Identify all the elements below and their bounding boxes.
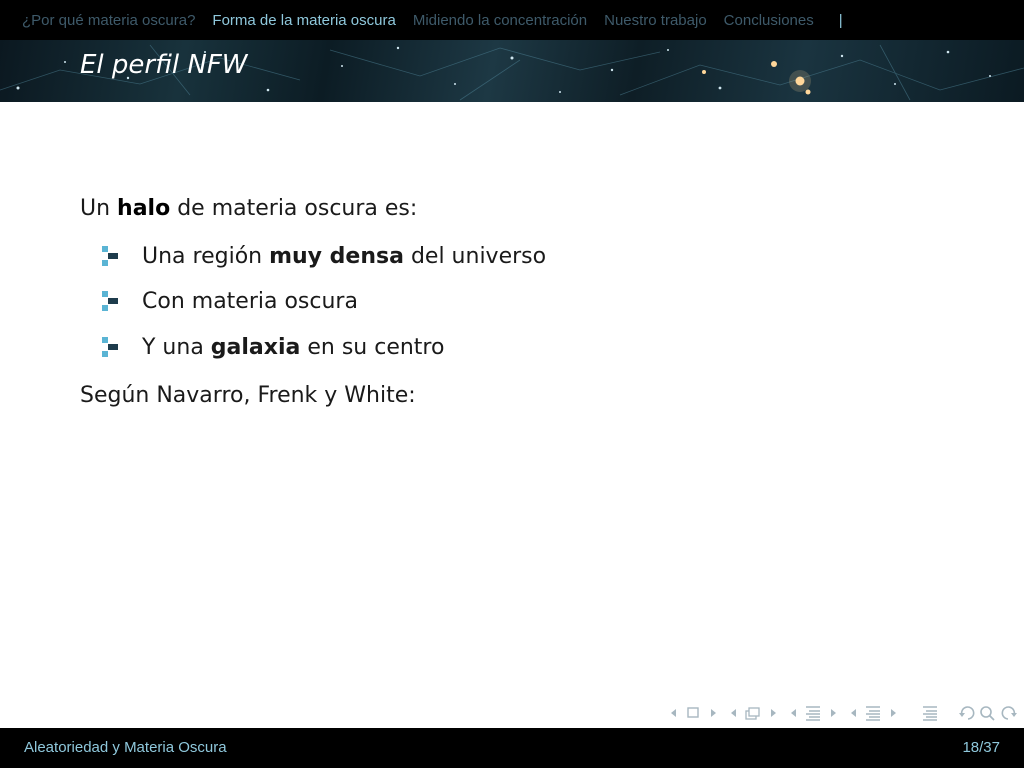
section-navigation-bar: ¿Por qué materia oscura? Forma de la mat… bbox=[0, 0, 1024, 40]
square-bullet-icon bbox=[102, 246, 118, 266]
nav-separator: | bbox=[838, 11, 843, 29]
search-navigation-icons bbox=[959, 706, 1017, 721]
presentation-title: Aleatoriedad y Materia Oscura bbox=[24, 739, 227, 756]
bullet-item-3: Y una galaxia en su centro bbox=[142, 335, 445, 360]
bullet-item-2: Con materia oscura bbox=[142, 289, 358, 314]
search-icon[interactable] bbox=[980, 706, 995, 721]
slide-nav-icon[interactable] bbox=[668, 702, 724, 722]
intro-line: Un halo de materia oscura es: bbox=[80, 196, 418, 221]
back-icon[interactable] bbox=[959, 706, 975, 720]
closing-line: Según Navarro, Frenk y White: bbox=[80, 383, 416, 408]
outline-icon[interactable] bbox=[920, 702, 940, 722]
nav-section-5[interactable]: Conclusiones bbox=[724, 12, 814, 29]
footer-bar: Aleatoriedad y Materia Oscura 18/37 bbox=[0, 728, 1024, 768]
subsection-nav-icon[interactable] bbox=[788, 702, 844, 722]
nav-section-1[interactable]: ¿Por qué materia oscura? bbox=[22, 12, 195, 29]
frame-nav-icon[interactable] bbox=[728, 702, 784, 722]
nav-section-4[interactable]: Nuestro trabajo bbox=[604, 12, 707, 29]
nav-section-2[interactable]: Forma de la materia oscura bbox=[212, 12, 395, 29]
section-nav-icon[interactable] bbox=[848, 702, 904, 722]
forward-icon[interactable] bbox=[1001, 706, 1017, 720]
emphasis-halo: halo bbox=[117, 196, 171, 221]
page-number: 18/37 bbox=[962, 739, 1000, 756]
bullet-item-1: Una región muy densa del universo bbox=[142, 244, 547, 269]
square-bullet-icon bbox=[102, 291, 118, 311]
title-band: El perfil NFW bbox=[0, 40, 1024, 102]
square-bullet-icon bbox=[102, 337, 118, 357]
nav-section-3[interactable]: Midiendo la concentración bbox=[413, 12, 587, 29]
navigation-symbols bbox=[668, 702, 1018, 722]
slide-title: El perfil NFW bbox=[80, 50, 248, 80]
